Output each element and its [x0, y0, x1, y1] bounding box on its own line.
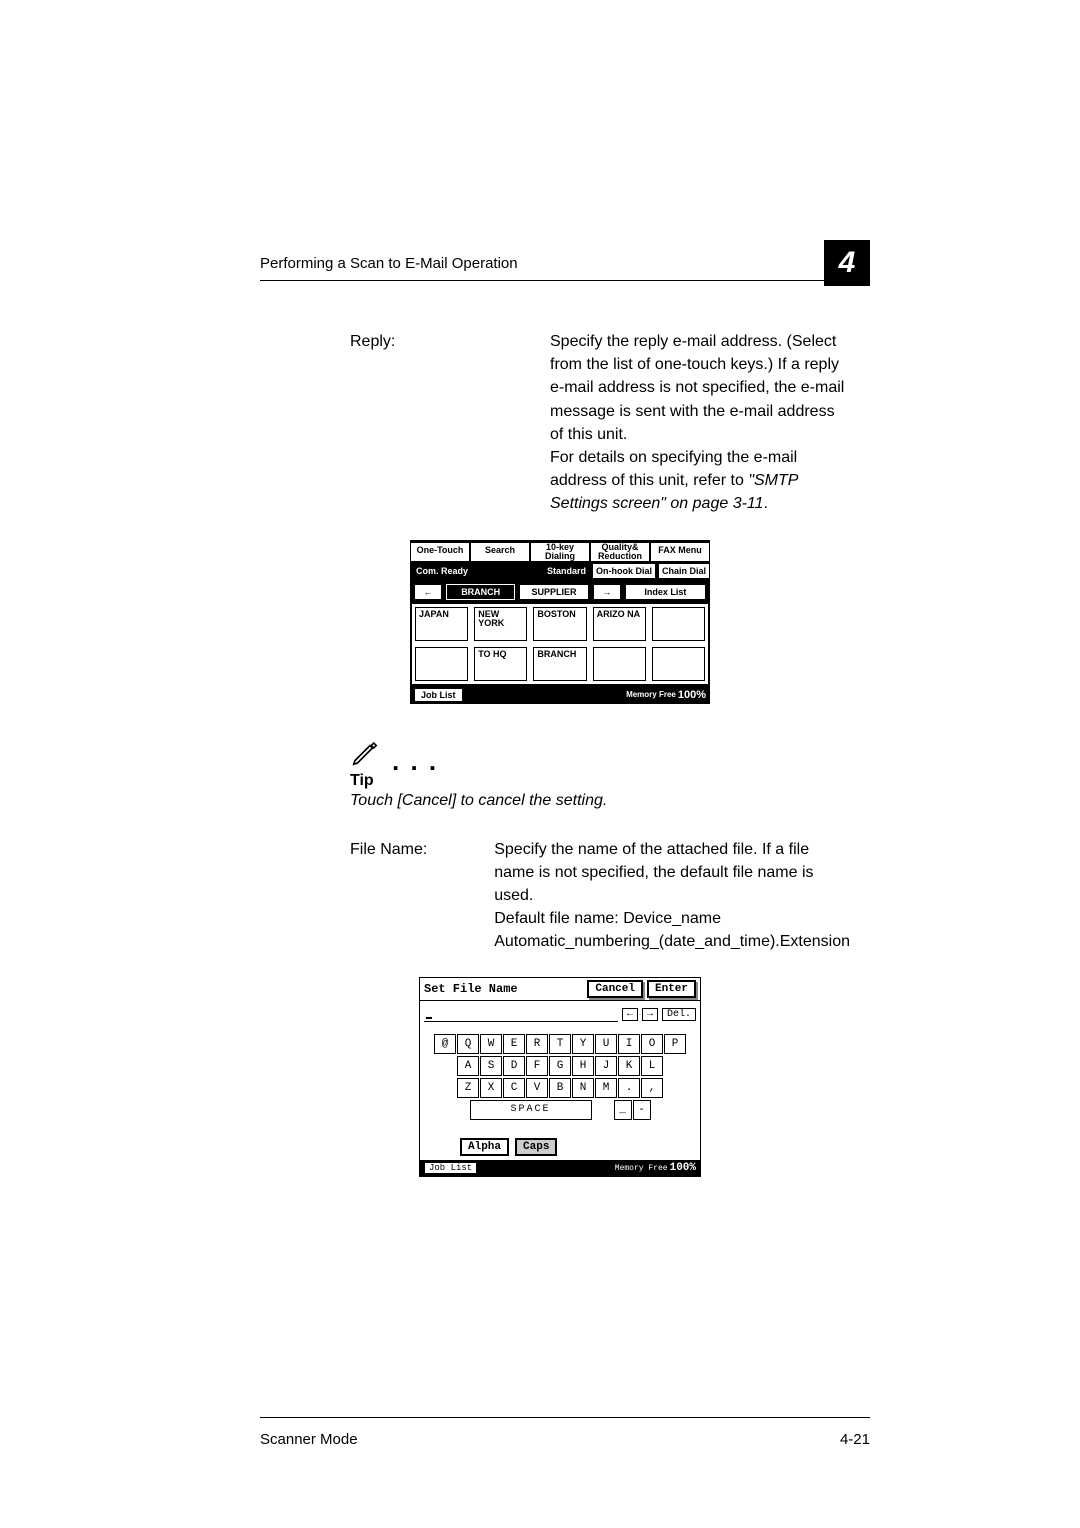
- key-at[interactable]: @: [434, 1034, 456, 1054]
- reply-term: Reply:: [260, 330, 550, 516]
- cursor-right-icon[interactable]: →: [642, 1008, 658, 1021]
- arrow-left-icon[interactable]: ←: [414, 584, 442, 600]
- key-h[interactable]: H: [572, 1056, 594, 1076]
- key-g[interactable]: G: [549, 1056, 571, 1076]
- enter-button[interactable]: Enter: [647, 980, 696, 998]
- caps-button[interactable]: Caps: [515, 1138, 557, 1156]
- tab-search[interactable]: Search: [470, 542, 530, 562]
- filename-input[interactable]: [424, 1007, 618, 1022]
- reply-row: Reply: Specify the reply e-mail address.…: [260, 330, 860, 516]
- reply-body: Specify the reply e-mail address. (Selec…: [550, 330, 860, 516]
- tab-quality[interactable]: Quality& Reduction: [590, 542, 650, 562]
- key-o[interactable]: O: [641, 1034, 663, 1054]
- onetouch-empty-4[interactable]: [652, 647, 705, 681]
- key-z[interactable]: Z: [457, 1078, 479, 1098]
- key-n[interactable]: N: [572, 1078, 594, 1098]
- memory-free-value: 100%: [678, 689, 706, 701]
- filename-keyboard-panel: Set File Name Cancel Enter ← → Del. @ Q …: [419, 977, 701, 1177]
- chaindial-seg[interactable]: Chain Dial: [658, 563, 710, 579]
- key-comma[interactable]: ,: [641, 1078, 663, 1098]
- cursor-left-icon[interactable]: ←: [622, 1008, 638, 1021]
- key-c[interactable]: C: [503, 1078, 525, 1098]
- filename-text-1: Specify the name of the attached file. I…: [494, 841, 813, 904]
- onetouch-branch[interactable]: BRANCH: [533, 647, 586, 681]
- key-p[interactable]: P: [664, 1034, 686, 1054]
- key-m[interactable]: M: [595, 1078, 617, 1098]
- job-list-button-2[interactable]: Job List: [424, 1162, 477, 1174]
- key-a[interactable]: A: [457, 1056, 479, 1076]
- onetouch-empty-3[interactable]: [593, 647, 646, 681]
- branch-tab[interactable]: BRANCH: [446, 584, 515, 600]
- tab-one-touch[interactable]: One-Touch: [410, 542, 470, 562]
- key-w[interactable]: W: [480, 1034, 502, 1054]
- standard-seg[interactable]: Standard: [543, 563, 590, 579]
- key-dash[interactable]: -: [633, 1100, 651, 1120]
- onhook-seg[interactable]: On-hook Dial: [592, 563, 656, 579]
- running-head: Performing a Scan to E-Mail Operation: [260, 255, 518, 272]
- key-x[interactable]: X: [480, 1078, 502, 1098]
- onetouch-tohq[interactable]: TO HQ: [474, 647, 527, 681]
- tab-10key[interactable]: 10-key Dialing: [530, 542, 590, 562]
- one-touch-panel: One-Touch Search 10-key Dialing Quality&…: [410, 540, 710, 704]
- key-underscore[interactable]: _: [614, 1100, 632, 1120]
- com-ready-status: Com. Ready: [410, 562, 474, 580]
- tip-dots: . . .: [392, 754, 438, 768]
- footer-rule: [260, 1417, 870, 1418]
- key-d[interactable]: D: [503, 1056, 525, 1076]
- footer-mode: Scanner Mode: [260, 1431, 358, 1448]
- key-v[interactable]: V: [526, 1078, 548, 1098]
- key-q[interactable]: Q: [457, 1034, 479, 1054]
- onetouch-empty-2[interactable]: [415, 647, 468, 681]
- filename-term: File Name:: [260, 838, 494, 954]
- key-f[interactable]: F: [526, 1056, 548, 1076]
- footer-page: 4-21: [840, 1431, 870, 1448]
- reply-text-1: Specify the reply e-mail address. (Selec…: [550, 333, 844, 443]
- filename-text-2: Default file name: Device_name Automatic…: [494, 910, 850, 950]
- key-i[interactable]: I: [618, 1034, 640, 1054]
- alpha-button[interactable]: Alpha: [460, 1138, 509, 1156]
- key-period[interactable]: .: [618, 1078, 640, 1098]
- filename-body: Specify the name of the attached file. I…: [494, 838, 860, 954]
- cancel-button[interactable]: Cancel: [587, 980, 643, 998]
- supplier-tab[interactable]: SUPPLIER: [519, 584, 588, 600]
- key-k[interactable]: K: [618, 1056, 640, 1076]
- key-e[interactable]: E: [503, 1034, 525, 1054]
- delete-button[interactable]: Del.: [662, 1008, 696, 1021]
- job-list-button[interactable]: Job List: [414, 688, 463, 702]
- index-list-button[interactable]: Index List: [625, 584, 706, 600]
- key-j[interactable]: J: [595, 1056, 617, 1076]
- key-t[interactable]: T: [549, 1034, 571, 1054]
- tip-block: . . . Tip Touch [Cancel] to cancel the s…: [350, 738, 860, 810]
- memory-free-label-2: Memory Free: [615, 1165, 668, 1172]
- key-l[interactable]: L: [641, 1056, 663, 1076]
- memory-free-label: Memory Free: [626, 691, 676, 698]
- filename-row: File Name: Specify the name of the attac…: [260, 838, 860, 954]
- header-rule: [260, 280, 860, 281]
- reply-text-2b: .: [764, 495, 768, 512]
- tip-text: Touch [Cancel] to cancel the setting.: [350, 792, 860, 810]
- onetouch-newyork[interactable]: NEW YORK: [474, 607, 527, 641]
- key-s[interactable]: S: [480, 1056, 502, 1076]
- set-file-name-title: Set File Name: [424, 982, 583, 996]
- memory-free-value-2: 100%: [670, 1162, 696, 1174]
- key-y[interactable]: Y: [572, 1034, 594, 1054]
- onetouch-empty-1[interactable]: [652, 607, 705, 641]
- key-u[interactable]: U: [595, 1034, 617, 1054]
- onetouch-japan[interactable]: JAPAN: [415, 607, 468, 641]
- pencil-icon: [350, 738, 380, 768]
- onetouch-boston[interactable]: BOSTON: [533, 607, 586, 641]
- key-space[interactable]: SPACE: [470, 1100, 592, 1120]
- onetouch-arizona[interactable]: ARIZO NA: [593, 607, 646, 641]
- key-b[interactable]: B: [549, 1078, 571, 1098]
- arrow-right-icon[interactable]: →: [593, 584, 621, 600]
- key-r[interactable]: R: [526, 1034, 548, 1054]
- tab-faxmenu[interactable]: FAX Menu: [650, 542, 710, 562]
